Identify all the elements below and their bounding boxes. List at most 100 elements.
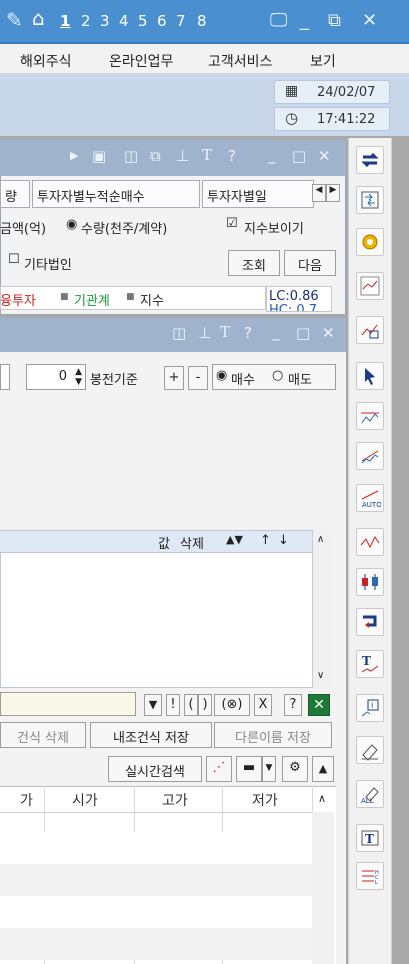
table-row[interactable] — [0, 896, 312, 928]
table-row[interactable] — [0, 864, 312, 896]
grid-scrollbar[interactable] — [312, 812, 334, 964]
formula-help-button[interactable]: ? — [284, 694, 302, 716]
delete-condition-set-button[interactable]: 건식 삭제 — [0, 722, 86, 748]
window-minimize-icon-2[interactable]: _ — [272, 323, 280, 341]
next-button[interactable]: 다음 — [284, 250, 336, 276]
condition-list-scrollbar[interactable]: ∧ ∨ — [312, 530, 330, 688]
window-minimize-icon[interactable]: _ — [268, 146, 276, 164]
table-row[interactable] — [0, 928, 312, 960]
text-size-icon[interactable]: T — [202, 146, 212, 164]
monitor-icon[interactable]: 🖵 — [270, 10, 287, 31]
formula-excl-button[interactable]: ! — [166, 694, 180, 716]
collapse-up-icon[interactable]: ▲ — [312, 756, 334, 782]
copy-icon[interactable]: ⧉ — [150, 147, 161, 165]
link-icon-2[interactable]: ◫ — [172, 324, 186, 342]
toolbar-trendline-h-icon[interactable] — [356, 402, 384, 430]
menu-item-overseas-stock[interactable]: 해외주식 — [20, 51, 72, 71]
window-close-icon-2[interactable]: ✕ — [322, 324, 335, 342]
toolbar-text-chart-icon[interactable]: T — [356, 650, 384, 678]
move-up-button[interactable]: ↑ — [260, 533, 271, 548]
move-updown-button[interactable]: ▲▼ — [226, 533, 243, 546]
window-maximize-icon-2[interactable]: □ — [296, 324, 310, 342]
toolbar-chart-table-icon[interactable] — [356, 316, 384, 344]
window-close-icon[interactable]: ✕ — [318, 147, 331, 165]
condition-list[interactable] — [0, 552, 330, 688]
realtime-search-button[interactable]: 실시간검색 — [108, 756, 202, 782]
checkbox-show-index[interactable]: ☑ — [226, 216, 238, 231]
tab-investor-daily[interactable]: 투자자별일 — [202, 180, 314, 208]
window-maximize-icon[interactable]: □ — [292, 147, 306, 165]
minimize-icon[interactable]: _ — [300, 10, 309, 31]
move-down-button[interactable]: ↓ — [278, 533, 289, 548]
link-icon[interactable]: ◫ — [124, 147, 138, 165]
toolbar-text-icon[interactable]: T — [356, 824, 384, 852]
query-button[interactable]: 조회 — [228, 250, 280, 276]
toolbar-settings-icon[interactable] — [356, 228, 384, 256]
window-menu-icon[interactable]: ▣ — [92, 147, 106, 165]
radio-quantity[interactable]: ◉ — [66, 217, 77, 232]
grid-header-price[interactable]: 가 — [20, 790, 33, 810]
restore-icon[interactable]: ⧉ — [328, 10, 341, 31]
screen-num-6[interactable]: 6 — [157, 12, 167, 30]
screen-num-5[interactable]: 5 — [138, 12, 148, 30]
screen-num-8[interactable]: 8 — [197, 12, 207, 30]
minus-button[interactable]: - — [188, 366, 208, 390]
toolbar-erase-all-icon[interactable]: ALL — [356, 780, 384, 808]
toolbar-cursor-icon[interactable] — [356, 362, 384, 390]
tab-investor-cumulative[interactable]: 투자자별누적순매수 — [32, 180, 200, 208]
investor-trend-window-title[interactable]: ▶ ▣ ◫ ⧉ ⊥ T ? _ □ ✕ — [0, 140, 346, 176]
close-icon[interactable]: ✕ — [362, 10, 377, 31]
screen-num-2[interactable]: 2 — [81, 12, 91, 30]
list-menu-icon[interactable]: ▬ — [236, 756, 262, 782]
scroll-down-icon[interactable]: ∨ — [317, 670, 324, 681]
toolbar-formula-chart-icon[interactable] — [356, 272, 384, 300]
scroll-up-icon[interactable]: ∧ — [317, 534, 324, 545]
formula-close-paren-button[interactable]: ) — [198, 694, 212, 716]
save-as-button[interactable]: 다른이름 저장 — [214, 722, 332, 748]
text-size-icon-2[interactable]: T — [220, 323, 230, 341]
grid-header-open[interactable]: 시가 — [72, 790, 98, 810]
screen-num-3[interactable]: 3 — [100, 12, 110, 30]
help-icon-2[interactable]: ? — [244, 324, 252, 342]
toolbar-candle-icon[interactable] — [356, 568, 384, 596]
table-row[interactable] — [0, 832, 312, 864]
formula-xor-button[interactable]: (⊗) — [214, 694, 250, 716]
toolbar-trendline-icon[interactable] — [356, 442, 384, 470]
toolbar-wave-icon[interactable] — [356, 528, 384, 556]
menu-item-online-work[interactable]: 온라인업무 — [109, 51, 173, 71]
partial-input-field[interactable] — [0, 364, 10, 390]
settings-gear-icon[interactable]: ⚙ — [282, 756, 308, 782]
plus-button[interactable]: + — [164, 366, 184, 390]
toolbar-hcl-icon[interactable]: HCL — [356, 862, 384, 890]
toolbar-switch-icon[interactable] — [356, 146, 384, 174]
pin-icon-2[interactable]: ⊥ — [198, 324, 211, 342]
screen-num-4[interactable]: 4 — [119, 12, 129, 30]
screen-num-7[interactable]: 7 — [176, 12, 186, 30]
play-icon[interactable]: ▶ — [70, 149, 78, 162]
radio-buy[interactable]: ◉ — [216, 368, 227, 383]
toolbar-auto-trend-icon[interactable]: AUTO — [356, 484, 384, 512]
grid-scroll-up-icon[interactable]: ∧ — [318, 792, 326, 805]
toolbar-eraser-icon[interactable] — [356, 736, 384, 764]
toolbar-info-marker-icon[interactable]: i — [356, 694, 384, 722]
grid-header-low[interactable]: 저가 — [252, 790, 278, 810]
condition-search-window-title[interactable]: ◫ ⊥ T ? _ □ ✕ — [0, 318, 346, 352]
excel-icon[interactable]: ✕ — [308, 694, 330, 716]
tab-scroll-left-button[interactable]: ◀ — [312, 184, 326, 202]
menu-item-customer-service[interactable]: 고객서비스 — [208, 51, 272, 71]
formula-open-paren-button[interactable]: ( — [184, 694, 198, 716]
toolbar-arrange-icon[interactable] — [356, 186, 384, 214]
menu-item-view[interactable]: 보기 — [310, 51, 336, 71]
bar-offset-spinner[interactable]: 0 ▲ ▼ — [26, 364, 86, 390]
pin-icon[interactable]: ⊥ — [176, 147, 189, 165]
grid-header-high[interactable]: 고가 — [162, 790, 188, 810]
tab-volume[interactable]: 량 — [0, 180, 30, 208]
checkbox-other-corp[interactable]: ☐ — [8, 252, 20, 267]
radio-sell[interactable]: ○ — [272, 368, 283, 383]
home-icon[interactable]: ⌂ — [32, 6, 45, 30]
toolbar-undo-icon[interactable] — [356, 608, 384, 636]
condition-formula-input[interactable] — [0, 692, 136, 716]
save-my-condition-button[interactable]: 내조건식 저장 — [90, 722, 212, 748]
formula-not-button[interactable]: ▼ — [144, 694, 162, 716]
formula-x-button[interactable]: X — [254, 694, 272, 716]
